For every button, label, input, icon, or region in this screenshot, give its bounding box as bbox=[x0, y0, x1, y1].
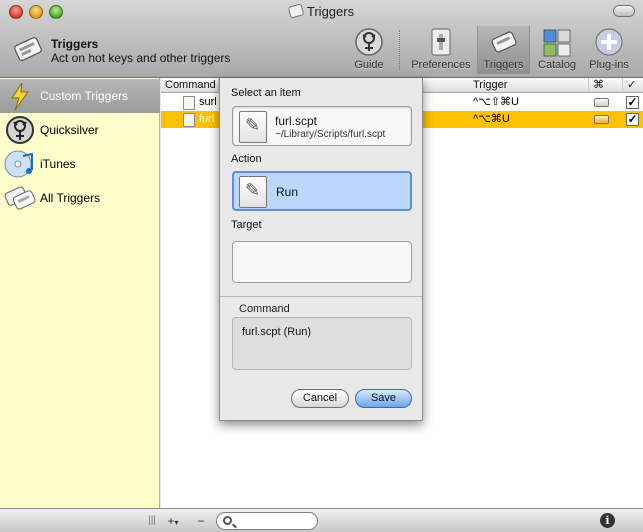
toolbar-plugins-label: Plug-ins bbox=[589, 59, 629, 71]
sheet-divider bbox=[220, 296, 422, 297]
window-title: Triggers bbox=[0, 3, 643, 19]
column-hotkey-header[interactable]: ⌘ bbox=[589, 78, 623, 93]
command-text: furl.scpt (Run) bbox=[242, 326, 312, 338]
target-label: Target bbox=[231, 219, 262, 231]
command-label: Command bbox=[239, 303, 290, 315]
quicksilver-icon bbox=[6, 116, 34, 144]
sidebar-resize-grip[interactable]: ||| bbox=[145, 513, 159, 529]
add-trigger-button[interactable]: +▾ bbox=[162, 513, 184, 529]
item-selector[interactable]: furl.scpt ~/Library/Scripts/furl.scpt bbox=[232, 106, 412, 146]
header-title: Triggers bbox=[51, 37, 99, 51]
select-item-label: Select an item bbox=[231, 87, 301, 99]
sidebar-item-label: All Triggers bbox=[40, 191, 101, 205]
cancel-button[interactable]: Cancel bbox=[291, 389, 349, 408]
hotkey-icon bbox=[594, 98, 609, 107]
info-button[interactable]: i bbox=[600, 513, 615, 528]
run-script-icon bbox=[239, 176, 267, 208]
triggers-icon bbox=[490, 31, 517, 53]
guide-icon bbox=[355, 28, 383, 56]
lightning-icon bbox=[11, 82, 29, 111]
window-title-text: Triggers bbox=[306, 4, 355, 19]
trigger-editor-sheet: Select an item furl.scpt ~/Library/Scrip… bbox=[219, 78, 423, 421]
menu-arrow-icon: ▾ bbox=[174, 518, 179, 527]
sidebar-item-itunes[interactable]: iTunes bbox=[0, 147, 160, 181]
row-command: surl bbox=[199, 96, 217, 108]
row-trigger: ^⌥⌘U bbox=[473, 113, 510, 125]
trigger-keyboard-icon bbox=[14, 37, 42, 61]
action-name: Run bbox=[276, 185, 299, 199]
item-path: ~/Library/Scripts/furl.scpt bbox=[275, 129, 386, 140]
toolbar-triggers[interactable]: Triggers bbox=[477, 26, 530, 74]
search-input[interactable] bbox=[216, 512, 318, 530]
hotkey-icon bbox=[594, 115, 609, 124]
sidebar-item-quicksilver[interactable]: Quicksilver bbox=[0, 113, 160, 147]
action-selector[interactable]: Run bbox=[232, 171, 412, 211]
toolbar-guide-label: Guide bbox=[354, 59, 384, 71]
column-command-header[interactable]: Command bbox=[161, 78, 219, 93]
save-button[interactable]: Save bbox=[355, 389, 412, 408]
toolbar-triggers-label: Triggers bbox=[483, 59, 524, 71]
all-triggers-icon bbox=[4, 186, 36, 210]
command-preview: furl.scpt (Run) bbox=[232, 317, 412, 370]
row-enabled-checkbox[interactable]: ✓ bbox=[626, 96, 639, 109]
row-enabled-checkbox[interactable]: ✓ bbox=[626, 113, 639, 126]
bottom-bar: ||| +▾ − i bbox=[0, 508, 643, 532]
toolbar-catalog[interactable]: Catalog bbox=[534, 26, 580, 74]
script-file-icon bbox=[183, 113, 195, 127]
toolbar-preferences-label: Preferences bbox=[411, 59, 471, 71]
row-trigger: ^⌥⇧⌘U bbox=[473, 96, 519, 108]
itunes-icon bbox=[4, 150, 33, 178]
header-subtitle: Act on hot keys and other triggers bbox=[51, 51, 231, 65]
plugins-icon bbox=[595, 28, 623, 56]
sidebar-item-custom-triggers[interactable]: Custom Triggers bbox=[0, 79, 160, 113]
triggers-title-icon bbox=[287, 3, 305, 19]
remove-trigger-button[interactable]: − bbox=[192, 513, 210, 529]
toolbar-separator bbox=[399, 30, 400, 70]
toolbar-catalog-label: Catalog bbox=[538, 59, 576, 71]
catalog-icon bbox=[543, 29, 571, 57]
script-file-icon bbox=[183, 96, 195, 110]
search-icon bbox=[223, 516, 232, 525]
sidebar-item-label: Quicksilver bbox=[40, 123, 99, 137]
target-selector[interactable] bbox=[232, 241, 412, 283]
sidebar-item-label: iTunes bbox=[40, 157, 76, 171]
sidebar: Custom Triggers Quicksilver iTunes All T… bbox=[0, 78, 160, 508]
triggers-window: Triggers Triggers Act on hot keys and ot… bbox=[0, 0, 643, 532]
column-enabled-header[interactable]: ✓ bbox=[623, 78, 643, 93]
toolbar-guide[interactable]: Guide bbox=[349, 26, 389, 74]
titlebar: Triggers Triggers Act on hot keys and ot… bbox=[0, 0, 643, 78]
toolbar-plugins[interactable]: Plug-ins bbox=[584, 26, 634, 74]
item-name: furl.scpt bbox=[275, 114, 318, 128]
preferences-icon bbox=[431, 28, 451, 56]
add-trigger-label: + bbox=[167, 514, 175, 528]
action-label: Action bbox=[231, 153, 262, 165]
row-command: furl bbox=[199, 113, 215, 125]
toolbar-toggle-button[interactable] bbox=[613, 5, 635, 17]
sidebar-item-all-triggers[interactable]: All Triggers bbox=[0, 181, 160, 215]
column-trigger-header[interactable]: Trigger bbox=[469, 78, 589, 93]
toolbar-preferences[interactable]: Preferences bbox=[408, 26, 474, 74]
script-file-icon bbox=[239, 111, 267, 143]
sidebar-item-label: Custom Triggers bbox=[40, 89, 129, 103]
